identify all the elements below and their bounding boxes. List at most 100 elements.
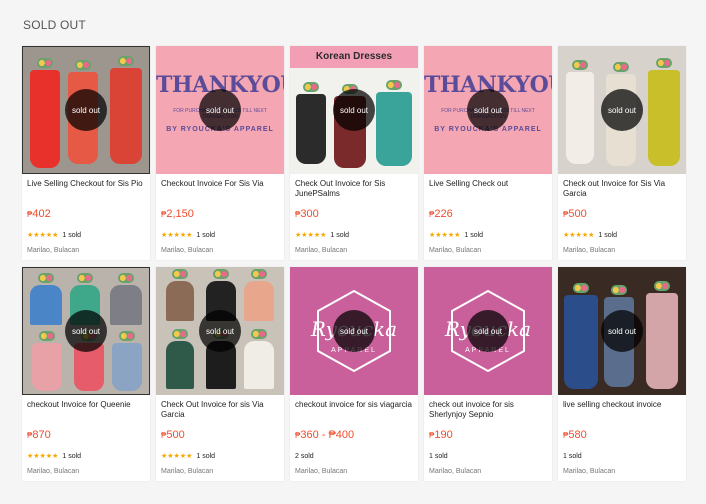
rating-row: ★★★★★ 1 sold [27, 451, 145, 461]
price-value: 190 [434, 429, 453, 441]
rating-row: ★★★★★ 1 sold [27, 230, 145, 240]
sold-count: 1 sold [429, 452, 448, 460]
dress-shape [112, 343, 142, 391]
dress-shape [110, 68, 142, 164]
product-title[interactable]: check out invoice for sis Sherlynjoy Sep… [429, 400, 547, 421]
product-title[interactable]: Live Selling Check out [429, 179, 547, 200]
product-title[interactable]: live selling checkout invoice [563, 400, 681, 421]
product-card[interactable]: sold out Check out Invoice for Sis Via Ga… [558, 46, 686, 260]
product-info: Check Out Invoice for sis Via Garcia ₱500… [156, 395, 284, 475]
sold-count: 1 sold [62, 231, 82, 239]
product-location: Marilao, Bulacan [295, 468, 348, 475]
dress-shape [166, 281, 194, 321]
price-value: 226 [434, 208, 453, 220]
product-title[interactable]: Check out Invoice for Sis Via Garcia [563, 179, 681, 200]
product-thumbnail[interactable]: RyouckaAPPARELsold out [290, 267, 418, 395]
product-card[interactable]: sold out checkout Invoice for Queenie ₱870… [22, 267, 150, 481]
product-card[interactable]: RyouckaAPPARELsold out check out invoice … [424, 267, 552, 481]
sold-count: 1 sold [196, 231, 216, 239]
sold-out-badge: sold out [199, 310, 241, 352]
product-thumbnail[interactable]: sold out [156, 267, 284, 395]
flower-headband [303, 82, 319, 92]
rating-stars-icon: ★★★★★ [27, 232, 59, 239]
product-thumbnail[interactable]: RyouckaAPPARELsold out [424, 267, 552, 395]
product-title[interactable]: checkout invoice for sis viagarcia [295, 400, 413, 421]
rating-stars-icon: ★★★★★ [563, 232, 595, 239]
product-thumbnail[interactable]: Korean Dresses sold out [290, 46, 418, 174]
product-thumbnail[interactable]: sold out [22, 46, 150, 174]
rating-stars-icon: ★★★★★ [161, 232, 193, 239]
rating-stars-icon: ★★★★★ [161, 453, 193, 460]
product-info: Check out Invoice for Sis Via Garcia ₱500… [558, 174, 686, 254]
flower-headband [172, 329, 188, 339]
product-price: ₱870 [27, 428, 145, 442]
flower-headband [118, 56, 134, 66]
product-title[interactable]: Check Out Invoice for sis Via Garcia [161, 400, 279, 421]
dress-shape [376, 92, 412, 166]
sold-count: 1 sold [563, 452, 582, 460]
dress-shape [166, 341, 194, 389]
product-card[interactable]: sold out Live Selling Checkout for Sis Pi… [22, 46, 150, 260]
product-location: Marilao, Bulacan [27, 468, 80, 475]
rating-row: ★★★★★ 1 sold [161, 451, 279, 461]
flower-headband [119, 331, 135, 341]
dress-shape [244, 281, 274, 321]
sold-out-badge: sold out [65, 89, 107, 131]
product-thumbnail[interactable]: sold out [558, 267, 686, 395]
product-thumbnail[interactable]: THANKYOUFOR PURCHASING WITH US TILL NEXT… [156, 46, 284, 174]
product-title[interactable]: Live Selling Checkout for Sis Pio [27, 179, 145, 200]
flower-headband [213, 269, 229, 279]
rating-stars-icon: ★★★★★ [429, 232, 461, 239]
product-price: ₱360 - ₱400 [295, 428, 413, 442]
sold-count: 1 sold [598, 231, 618, 239]
dress-shape [32, 343, 62, 391]
dress-shape [244, 341, 274, 389]
product-title[interactable]: checkout Invoice for Queenie [27, 400, 145, 421]
price-value: 500 [166, 429, 185, 441]
price-value: 500 [568, 208, 587, 220]
product-title[interactable]: Check Out Invoice for Sis JunePSalms [295, 179, 413, 200]
rating-row: ★★★★★ 1 sold [429, 230, 547, 240]
product-card[interactable]: THANKYOUFOR PURCHASING WITH US TILL NEXT… [156, 46, 284, 260]
product-thumbnail[interactable]: THANKYOUFOR PURCHASING WITH US TILL NEXT… [424, 46, 552, 174]
product-card[interactable]: RyouckaAPPARELsold outcheckout invoice f… [290, 267, 418, 481]
product-title[interactable]: Checkout Invoice For Sis Via [161, 179, 279, 200]
product-location: Marilao, Bulacan [161, 468, 214, 475]
sold-out-badge: sold out [467, 89, 509, 131]
sold-out-badge: sold out [199, 89, 241, 131]
sold-count: 1 sold [196, 452, 216, 460]
flower-headband [611, 285, 627, 295]
rating-row: ★★★★★ 1 sold [563, 230, 681, 240]
product-card[interactable]: sold out live selling checkout invoice ₱58… [558, 267, 686, 481]
sold-count: 1 sold [464, 231, 484, 239]
product-location: Marilao, Bulacan [295, 247, 348, 254]
rating-row: 1 sold [429, 451, 547, 461]
dress-shape [564, 295, 598, 389]
product-info: checkout invoice for sis viagarcia ₱360 -… [290, 395, 418, 475]
price-value: 580 [568, 429, 587, 441]
flower-headband [572, 60, 588, 70]
product-info: checkout Invoice for Queenie ₱870 ★★★★★ 1 s… [22, 395, 150, 475]
flower-headband [613, 62, 629, 72]
flower-headband [37, 58, 53, 68]
rating-stars-icon: ★★★★★ [27, 453, 59, 460]
product-thumbnail[interactable]: sold out [558, 46, 686, 174]
price-value: 402 [32, 208, 51, 220]
sold-count: 1 sold [62, 452, 82, 460]
product-location: Marilao, Bulacan [563, 247, 616, 254]
flower-headband [39, 331, 55, 341]
product-thumbnail[interactable]: sold out [22, 267, 150, 395]
product-card[interactable]: sold out Check Out Invoice for sis Via Ga… [156, 267, 284, 481]
flower-headband [656, 58, 672, 68]
flower-headband [251, 329, 267, 339]
product-location: Marilao, Bulacan [429, 468, 482, 475]
rating-row: 1 sold [563, 451, 681, 461]
product-card[interactable]: THANKYOUFOR PURCHASING WITH US TILL NEXT… [424, 46, 552, 260]
dress-shape [648, 70, 680, 166]
dress-shape [646, 293, 678, 389]
thumb-korean-banner: Korean Dresses [290, 46, 418, 68]
dress-shape [566, 72, 594, 164]
product-card[interactable]: Korean Dresses sold out Check Out Invoice … [290, 46, 418, 260]
flower-headband [654, 281, 670, 291]
price-value: 870 [32, 429, 51, 441]
